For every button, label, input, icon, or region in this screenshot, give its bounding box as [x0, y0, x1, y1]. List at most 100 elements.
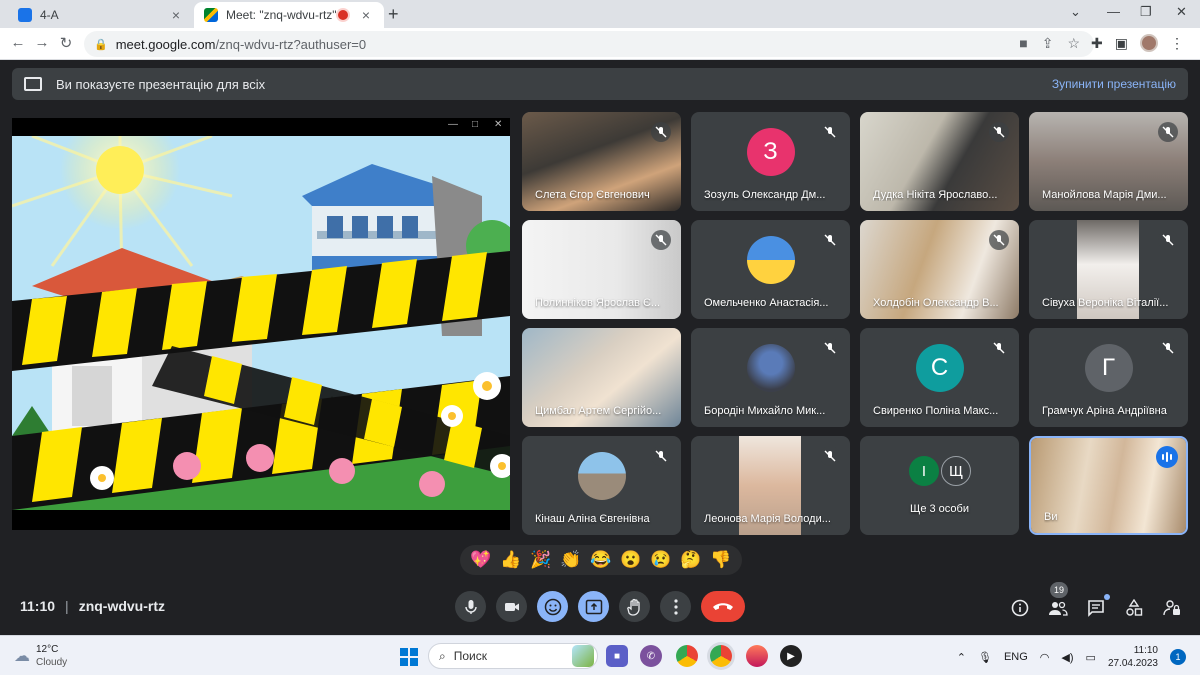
taskbar-clock[interactable]: 11:10 27.04.2023: [1108, 644, 1158, 670]
more-options-button[interactable]: [660, 591, 691, 622]
windows-start-icon[interactable]: [400, 648, 418, 666]
activities-button[interactable]: [1122, 596, 1146, 620]
weather-widget[interactable]: ☁ 12°C Cloudy: [14, 643, 67, 669]
mic-off-icon: [651, 122, 671, 142]
raise-hand-button[interactable]: [619, 591, 650, 622]
participant-tile[interactable]: Кінаш Аліна Євгенівна: [522, 436, 681, 535]
participant-tile[interactable]: С Свиренко Поліна Макс...: [860, 328, 1019, 427]
viber-icon[interactable]: ✆: [640, 645, 662, 667]
wifi-icon[interactable]: ◠: [1040, 651, 1050, 664]
volume-icon[interactable]: ◀): [1061, 651, 1073, 664]
chrome-menu-icon[interactable]: ⋮: [1170, 35, 1184, 52]
people-button[interactable]: 19: [1046, 582, 1070, 620]
reaction-surprised[interactable]: 😮: [620, 550, 641, 570]
chat-button[interactable]: [1084, 594, 1110, 620]
participant-tile[interactable]: Манойлова Марія Дми...: [1029, 112, 1188, 211]
weather-condition: Cloudy: [36, 657, 68, 668]
notification-icon[interactable]: 1: [1170, 649, 1186, 665]
extensions-puzzle-icon[interactable]: ✚: [1091, 35, 1103, 52]
more-participants-tile[interactable]: І Щ Ще 3 особи: [860, 436, 1019, 535]
close-icon[interactable]: ✕: [494, 119, 502, 130]
reaction-heart[interactable]: 💖: [470, 550, 491, 570]
tab-close-icon[interactable]: ×: [358, 7, 374, 23]
reaction-thumbs-down[interactable]: 👎: [710, 550, 731, 570]
reaction-clap[interactable]: 👏: [560, 550, 581, 570]
reactions-button[interactable]: [537, 591, 568, 622]
forward-arrow-icon[interactable]: →: [32, 34, 52, 51]
participant-tile[interactable]: Слета Єгор Євгенович: [522, 112, 681, 211]
cloud-icon: ☁: [14, 647, 30, 665]
speaking-indicator-icon: [1156, 446, 1178, 468]
maximize-icon[interactable]: □: [472, 119, 478, 130]
chrome-icon[interactable]: [676, 645, 698, 667]
chevron-up-icon[interactable]: ⌃: [957, 651, 966, 664]
classroom-icon: [18, 8, 32, 22]
mic-off-icon: [651, 230, 671, 250]
minimize-icon[interactable]: —: [1107, 4, 1120, 19]
profile-avatar[interactable]: [1140, 34, 1158, 52]
present-now-button[interactable]: [578, 591, 609, 622]
participant-name: Бородін Михайло Мик...: [704, 405, 826, 417]
participant-tile[interactable]: Полинніков Ярослав Є...: [522, 220, 681, 319]
reaction-thumbs-up[interactable]: 👍: [500, 550, 521, 570]
meeting-details-button[interactable]: [1008, 596, 1032, 620]
self-view-tile[interactable]: Ви: [1029, 436, 1188, 535]
stop-presenting-button[interactable]: Зупинити презентацію: [1052, 77, 1176, 91]
microphone-icon: [464, 599, 477, 614]
reaction-thinking[interactable]: 🤔: [680, 550, 701, 570]
participant-tile[interactable]: Холдобін Олександр В...: [860, 220, 1019, 319]
minimize-icon[interactable]: —: [448, 119, 458, 130]
participant-photo-avatar: [746, 235, 795, 284]
teams-icon[interactable]: ■: [606, 645, 628, 667]
participant-tile[interactable]: Омельченко Анастасія...: [691, 220, 850, 319]
url-path: /znq-wdvu-rtz?authuser=0: [215, 36, 367, 52]
participant-tile[interactable]: Леонова Марія Володи...: [691, 436, 850, 535]
reload-icon[interactable]: ↻: [56, 34, 76, 52]
participant-tile[interactable]: Сівуха Вероніка Віталії...: [1029, 220, 1188, 319]
close-window-icon[interactable]: ✕: [1176, 4, 1187, 20]
side-panel-icon[interactable]: ▣: [1115, 35, 1128, 52]
maximize-icon[interactable]: ❐: [1140, 4, 1152, 20]
host-controls-button[interactable]: [1160, 596, 1184, 620]
participant-name: Манойлова Марія Дми...: [1042, 189, 1167, 201]
lock-icon[interactable]: 🔒: [94, 38, 108, 51]
mic-off-icon: [651, 446, 671, 466]
mic-off-icon: [1158, 230, 1178, 250]
camera-in-use-icon[interactable]: ■: [1019, 35, 1027, 52]
reaction-party[interactable]: 🎉: [530, 550, 551, 570]
media-player-icon[interactable]: ▶: [780, 645, 802, 667]
app-icon[interactable]: [746, 645, 768, 667]
mic-off-icon: [1158, 122, 1178, 142]
tab-meet[interactable]: Meet: "znq-wdvu-rtz" ×: [194, 2, 384, 28]
camera-button[interactable]: [496, 591, 527, 622]
reaction-sad[interactable]: 😢: [650, 550, 671, 570]
reaction-laugh[interactable]: 😂: [590, 550, 611, 570]
back-arrow-icon[interactable]: ←: [8, 34, 28, 51]
participant-tile[interactable]: З Зозуль Олександр Дм...: [691, 112, 850, 211]
url-bar[interactable]: 🔒 meet.google.com/znq-wdvu-rtz?authuser=…: [84, 31, 1094, 57]
participant-tile[interactable]: Бородін Михайло Мик...: [691, 328, 850, 427]
language-indicator[interactable]: ENG: [1004, 651, 1028, 663]
meeting-tools: 19: [1008, 582, 1184, 620]
battery-icon[interactable]: ▭: [1086, 651, 1096, 664]
tab-classroom[interactable]: 4-А ×: [8, 2, 194, 28]
tab-close-icon[interactable]: ×: [168, 7, 184, 23]
bookmark-star-icon[interactable]: ☆: [1067, 35, 1080, 52]
participant-name: Холдобін Олександр В...: [873, 297, 999, 309]
leave-call-button[interactable]: [701, 591, 745, 622]
tab-search-icon[interactable]: ⌄: [1070, 4, 1081, 20]
url-host: meet.google.com: [115, 36, 216, 52]
chrome-active-icon[interactable]: [710, 645, 732, 667]
participant-name: Сівуха Вероніка Віталії...: [1042, 297, 1169, 309]
microphone-button[interactable]: [455, 591, 486, 622]
participant-tile[interactable]: Дудка Нікіта Ярославо...: [860, 112, 1019, 211]
search-highlight-icon[interactable]: [572, 645, 594, 667]
clock-time: 11:10: [1133, 645, 1158, 656]
video-camera-icon: [504, 602, 519, 611]
participant-photo-avatar: [746, 343, 795, 392]
microphone-icon[interactable]: 🎙: [978, 651, 992, 664]
participant-tile[interactable]: Г Грамчук Аріна Андріївна: [1029, 328, 1188, 427]
participant-tile[interactable]: Цимбал Артем Сергійо...: [522, 328, 681, 427]
new-tab-button[interactable]: +: [388, 4, 399, 25]
share-icon[interactable]: ⇪: [1042, 35, 1054, 52]
